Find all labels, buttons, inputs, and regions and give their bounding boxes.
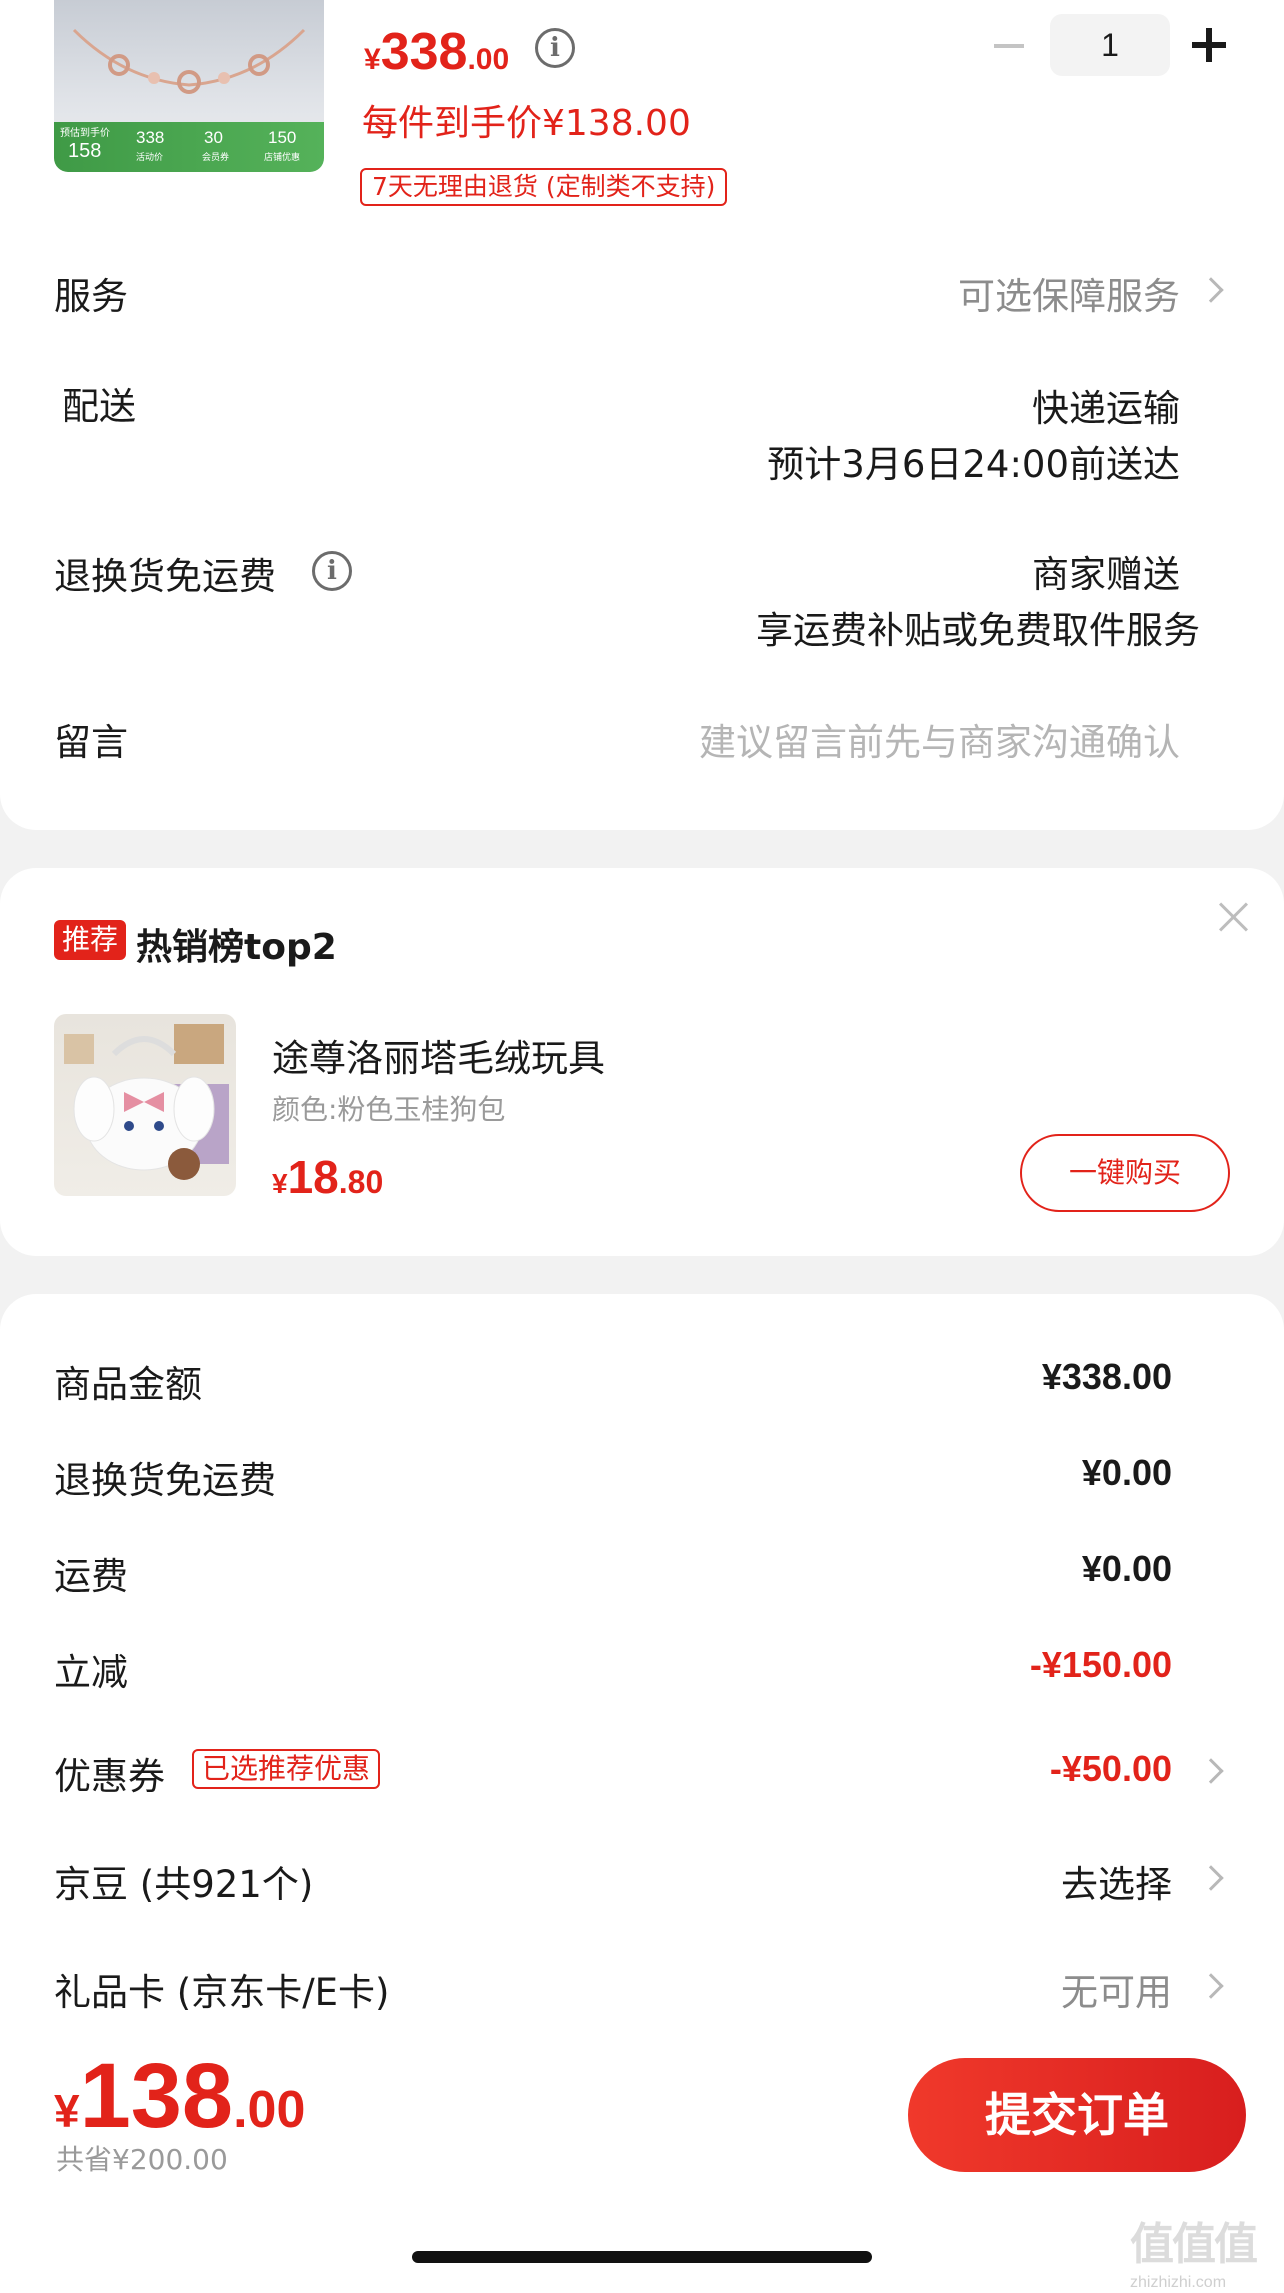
return-free-label: 退换货免运费 (54, 555, 276, 598)
giftcard-value[interactable]: 无可用 (1061, 1962, 1172, 2016)
recommend-badge: 推荐 (54, 920, 127, 960)
instant-discount-value: -¥150.00 (1029, 1644, 1172, 1685)
goods-amount-label: 商品金额 (54, 1363, 202, 1406)
recommend-item-name[interactable]: 途尊洛丽塔毛绒玩具 (272, 1028, 605, 1082)
product-price: ¥338.00 (364, 23, 510, 81)
shipping-fee-label: 运费 (54, 1555, 128, 1598)
submit-order-button[interactable]: 提交订单 (908, 2058, 1246, 2172)
recommend-title: 热销榜top2 (136, 927, 337, 968)
return-free-info-icon[interactable]: i (312, 551, 352, 591)
giftcard-label: 礼品卡 (京东卡/E卡) (54, 1971, 390, 2014)
total-price: ¥138.00 (54, 2045, 306, 2147)
message-input[interactable]: 建议留言前先与商家沟通确认 (699, 712, 1180, 766)
delivery-method[interactable]: 快递运输 (1032, 378, 1180, 432)
watermark-logo: 值值值 zhizhizhi.com (1130, 2220, 1258, 2291)
recommend-item-image[interactable] (54, 1014, 236, 1196)
price-info-icon[interactable]: i (535, 28, 575, 68)
service-label: 服务 (54, 275, 128, 318)
bracelet-graphic (72, 28, 306, 94)
decrease-quantity-button[interactable] (994, 44, 1024, 48)
coupon-label: 优惠券 (54, 1755, 165, 1798)
jingdou-value[interactable]: 去选择 (1061, 1854, 1172, 1908)
service-value[interactable]: 可选保障服务 (958, 266, 1180, 320)
one-click-buy-button[interactable]: 一键购买 (1020, 1134, 1230, 1212)
return-free-value: 商家赠送 (1032, 553, 1180, 596)
increase-quantity-button[interactable] (1192, 28, 1226, 62)
coupon-selected-tag: 已选推荐优惠 (192, 1749, 381, 1789)
product-image[interactable]: 预估到手价 158 338 活动价 30 会员券 150 店铺优惠 (54, 0, 324, 172)
return-policy-tag: 7天无理由退货 (定制类不支持) (360, 168, 728, 206)
jingdou-label: 京豆 (共921个) (54, 1863, 314, 1906)
delivery-label: 配送 (62, 385, 136, 428)
message-label: 留言 (54, 721, 128, 764)
home-indicator[interactable] (412, 2251, 872, 2263)
recommend-item-price: ¥18.80 (272, 1151, 384, 1203)
shipping-fee-value: ¥0.00 (1081, 1548, 1172, 1589)
return-free-fee-label: 退换货免运费 (54, 1459, 276, 1502)
plush-bag-graphic (64, 1024, 229, 1180)
coupon-value[interactable]: -¥50.00 (1050, 1748, 1172, 1790)
each-item-price: 每件到手价¥138.00 (362, 103, 691, 144)
recommend-item-spec: 颜色:粉色玉桂狗包 (272, 1093, 506, 1126)
return-free-fee-value: ¥0.00 (1081, 1452, 1172, 1493)
goods-amount-value: ¥338.00 (1041, 1356, 1172, 1397)
total-saved: 共省¥200.00 (56, 2143, 228, 2176)
quantity-input[interactable]: 1 (1050, 14, 1170, 76)
price-breakdown-strip: 预估到手价 158 338 活动价 30 会员券 150 店铺优惠 (54, 122, 324, 172)
close-icon[interactable] (1218, 902, 1248, 932)
return-free-desc: 享运费补贴或免费取件服务 (756, 609, 1200, 652)
delivery-eta: 预计3月6日24:00前送达 (767, 443, 1180, 486)
instant-discount-label: 立减 (54, 1651, 128, 1694)
